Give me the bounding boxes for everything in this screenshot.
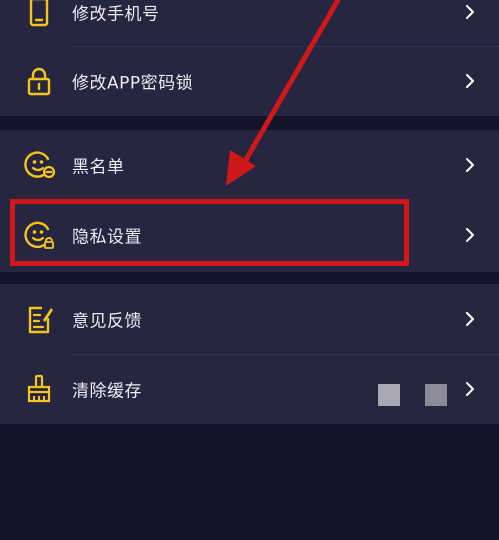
privacy-smiley-icon	[22, 218, 56, 252]
chevron-right-icon	[463, 312, 477, 326]
settings-item-label: 隐私设置	[72, 227, 142, 248]
settings-item-privacy[interactable]: 隐私设置	[0, 200, 499, 270]
chevron-right-icon	[463, 382, 477, 396]
settings-item-feedback[interactable]: 意见反馈	[0, 284, 499, 354]
lock-icon	[22, 64, 56, 98]
settings-item-label: 清除缓存	[72, 381, 142, 402]
settings-item-change-phone[interactable]: 修改手机号	[0, 0, 499, 47]
broom-icon	[22, 372, 56, 406]
chevron-right-icon	[463, 5, 477, 19]
redaction-square	[378, 384, 400, 406]
settings-item-label: 意见反馈	[72, 311, 142, 332]
chevron-right-icon	[463, 158, 477, 172]
settings-item-label: 黑名单	[72, 157, 125, 178]
settings-group-privacy: 黑名单 隐私设置	[0, 130, 499, 272]
phone-icon	[22, 0, 56, 29]
settings-item-change-app-lock[interactable]: 修改APP密码锁	[0, 46, 499, 116]
settings-item-blocklist[interactable]: 黑名单	[0, 130, 499, 200]
chevron-right-icon	[463, 228, 477, 242]
settings-item-label: 修改APP密码锁	[72, 73, 194, 94]
feedback-edit-icon	[22, 302, 56, 336]
blocklist-smiley-icon	[22, 148, 56, 182]
redaction-square	[425, 384, 447, 406]
settings-group-account: 修改手机号 修改APP密码锁	[0, 0, 499, 116]
chevron-right-icon	[463, 74, 477, 88]
settings-item-label: 修改手机号	[72, 4, 160, 25]
settings-screen: 修改手机号 修改APP密码锁 黑名单 隐私设置 意见反馈 清除缓存	[0, 0, 499, 540]
